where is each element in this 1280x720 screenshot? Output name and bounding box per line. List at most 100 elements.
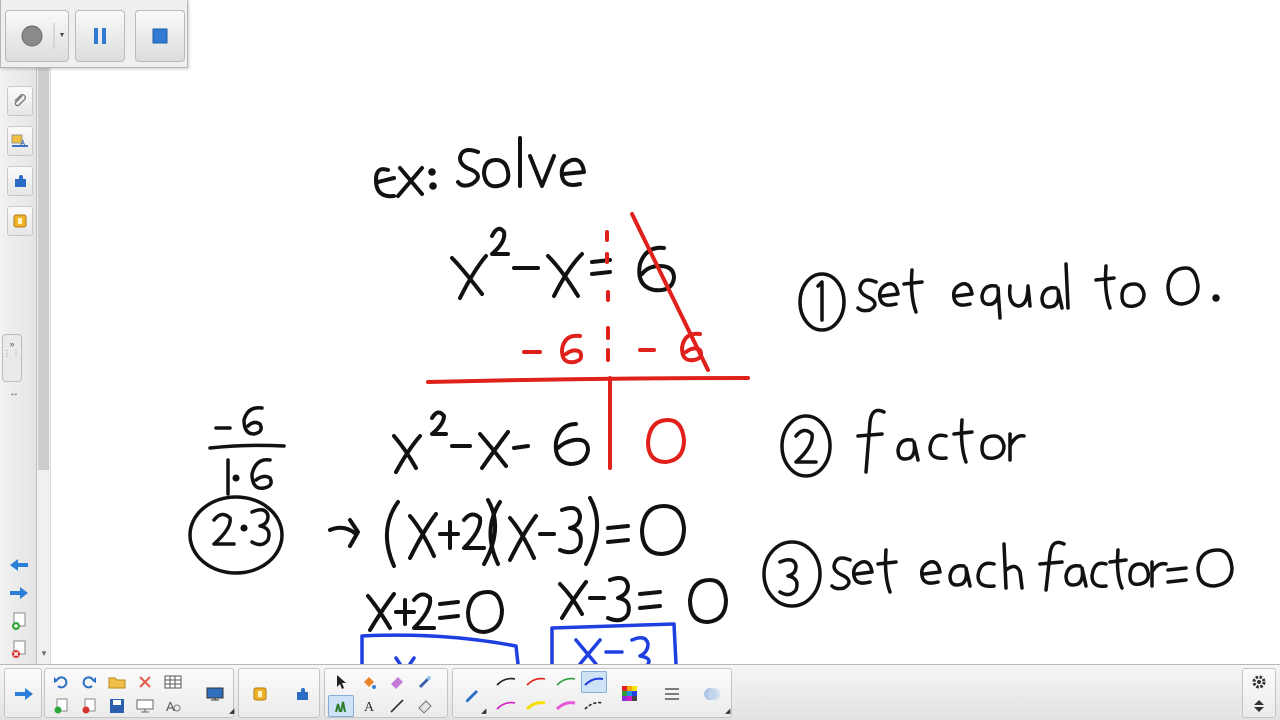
select-tool[interactable]	[328, 671, 354, 693]
red-annotations	[426, 212, 750, 470]
side-tab-bar: A » ⋮⋮ ↔	[0, 0, 37, 664]
pause-icon	[94, 28, 106, 44]
delete-page-icon	[12, 640, 26, 658]
stop-button[interactable]	[135, 10, 185, 62]
move-sidebar-icon[interactable]: ↔	[9, 388, 19, 399]
undo-icon	[54, 676, 68, 689]
pen-style-swatch	[584, 701, 604, 710]
display-icon	[206, 687, 224, 701]
pen-style-blue[interactable]	[581, 671, 607, 693]
screen-shade-icon	[136, 699, 154, 713]
pen-style-yellow[interactable]	[523, 695, 549, 717]
clear-page-button[interactable]	[76, 695, 102, 717]
text-tool[interactable]: A	[356, 695, 382, 717]
pen-style-swatch	[496, 701, 516, 710]
lock-icon	[13, 214, 27, 228]
add-page-icon	[54, 698, 68, 714]
svg-text:A: A	[364, 700, 375, 714]
lock-icon	[253, 687, 267, 701]
sidebar-resize-handle[interactable]: » ⋮⋮	[2, 334, 22, 382]
addons-tab[interactable]	[7, 166, 33, 196]
pen-style-green[interactable]	[553, 671, 579, 693]
pen-style-swatch	[526, 677, 546, 686]
magic-pen-icon	[419, 676, 431, 688]
previous-page-button[interactable]	[6, 554, 32, 576]
next-page-button[interactable]	[11, 683, 37, 705]
pen-style-red[interactable]	[523, 671, 549, 693]
next-page-side-button[interactable]	[6, 582, 32, 604]
open-icon	[108, 677, 126, 689]
display-button[interactable]	[202, 683, 228, 705]
handwritten-equation	[450, 226, 676, 300]
add-page-button[interactable]	[48, 695, 74, 717]
pen-style-swatch	[555, 701, 576, 711]
color-palette-button[interactable]	[617, 683, 643, 705]
tools-group: A	[324, 668, 448, 718]
attachments-tab[interactable]	[7, 86, 33, 116]
next-page-icon	[10, 587, 28, 599]
redo-button[interactable]	[76, 671, 102, 693]
handwritten-title	[374, 136, 586, 199]
shapes-recognition-button[interactable]: A	[160, 695, 186, 717]
erase-tool[interactable]	[412, 695, 438, 717]
delete-page-side-button[interactable]	[6, 638, 32, 660]
grip-icon: ⋮⋮	[3, 349, 21, 358]
pen-dropdown-icon[interactable]: ◢	[481, 708, 487, 715]
text-icon: A	[364, 700, 375, 714]
fill-tool[interactable]	[356, 671, 382, 693]
settings-icon	[1252, 675, 1266, 689]
transparency-icon	[704, 688, 720, 700]
screen-shade-button[interactable]	[132, 695, 158, 717]
open-file-button[interactable]	[104, 671, 130, 693]
scroll-down-icon[interactable]: ▾	[39, 648, 49, 660]
scrollbar-thumb[interactable]	[38, 30, 49, 470]
properties-dropdown-icon[interactable]: ◢	[725, 708, 731, 715]
pen-style-black[interactable]	[493, 671, 519, 693]
save-icon	[110, 699, 124, 713]
smart-notebook-window: A » ⋮⋮ ↔ ▾ ◢ A A ◢ ◢	[0, 0, 1280, 720]
svg-text:A: A	[166, 699, 175, 714]
table-button[interactable]	[160, 671, 186, 693]
undo-button[interactable]	[48, 671, 74, 693]
handwriting-layer	[188, 136, 1234, 664]
line-tool[interactable]	[384, 695, 410, 717]
settings-button[interactable]	[1246, 671, 1272, 693]
pen-properties-group: ◢ ◢	[452, 668, 732, 718]
next-page-icon	[15, 688, 33, 700]
pause-button[interactable]	[75, 10, 125, 62]
line-width-button[interactable]	[659, 683, 685, 705]
pen-style-pink[interactable]	[553, 695, 579, 717]
pen-style-dashed[interactable]	[581, 695, 607, 717]
record-button[interactable]	[5, 10, 69, 62]
delete-button[interactable]	[132, 671, 158, 693]
clear-page-icon	[82, 698, 96, 714]
dropdown-icon[interactable]: ◢	[229, 708, 235, 715]
add-page-icon	[12, 612, 26, 630]
toolbar-position-button[interactable]	[1246, 695, 1272, 717]
lock-button[interactable]	[247, 683, 273, 705]
magic-pen-tool[interactable]	[412, 671, 438, 693]
vertical-scrollbar[interactable]: ▾	[37, 0, 51, 664]
eraser-tool[interactable]	[384, 671, 410, 693]
table-icon	[164, 675, 182, 689]
add-page-side-button[interactable]	[6, 610, 32, 632]
handwritten-factor-pairs	[188, 406, 286, 575]
pen-style-swatch	[584, 677, 604, 686]
bottom-toolbar: ◢ A A ◢ ◢	[0, 664, 1280, 720]
pen-style-magenta[interactable]	[493, 695, 519, 717]
save-button[interactable]	[104, 695, 130, 717]
pen-style-swatch	[525, 701, 546, 711]
stop-icon	[152, 28, 168, 44]
handwritten-standard-form	[392, 410, 590, 474]
addon-icon	[15, 175, 26, 187]
addon-button[interactable]	[289, 683, 315, 705]
pen-icon	[466, 690, 478, 702]
whiteboard-canvas[interactable]	[52, 0, 1280, 664]
pen-type-button[interactable]	[459, 683, 485, 705]
gallery-tab[interactable]: A	[7, 126, 33, 156]
blue-answer-boxes	[360, 622, 678, 664]
shapes-icon: A	[166, 699, 181, 714]
lock-tab[interactable]	[7, 206, 33, 236]
pens-tool[interactable]	[328, 695, 354, 717]
transparency-button[interactable]	[699, 683, 725, 705]
